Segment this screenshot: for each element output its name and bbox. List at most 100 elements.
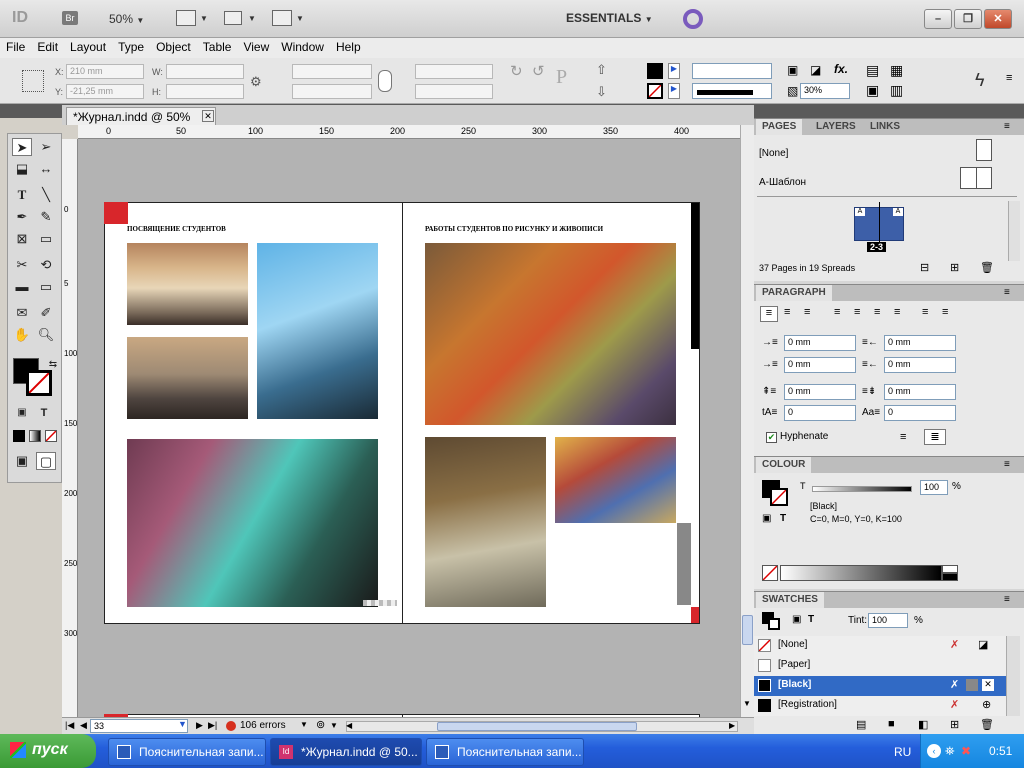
swatch-row-none[interactable]: [None] ✗ ◪ (754, 636, 1006, 656)
swatch-container-icon[interactable]: ▣ (792, 614, 801, 625)
hand-tool-icon[interactable]: ✋ (12, 326, 32, 344)
right-page-heading[interactable]: РАБОТЫ СТУДЕНТОВ ПО РИСУНКУ И ЖИВОПИСИ (425, 225, 603, 233)
security-alert-icon[interactable]: ✖ (961, 744, 971, 758)
swatch-text-icon[interactable]: T (808, 614, 814, 625)
next-page-icon[interactable]: ▶ (196, 720, 203, 731)
delete-swatch-icon[interactable]: 🗑︎ (980, 718, 994, 731)
justify-center-icon[interactable]: ≡ (854, 306, 860, 318)
screen-mode-icon[interactable] (224, 11, 242, 25)
taskbar-item-word-1[interactable]: Пояснительная запи... (108, 738, 266, 766)
container-format-icon[interactable]: ▣ (762, 513, 771, 524)
pages-scrollbar[interactable] (1008, 201, 1020, 261)
tab-swatches[interactable]: SWATCHES (756, 592, 824, 608)
note-tool-icon[interactable]: ✉ (12, 304, 32, 322)
arrange-documents-dropdown-icon[interactable]: ▼ (296, 14, 304, 23)
new-swatch-icon[interactable]: ⊞ (950, 718, 959, 731)
scale-x-field[interactable] (292, 64, 372, 79)
menu-view[interactable]: View (237, 38, 275, 54)
constrain-proportions-icon[interactable]: ⚙ (250, 74, 262, 90)
first-page-icon[interactable]: |◀ (65, 720, 74, 731)
x-position-field[interactable]: 210 mm (66, 64, 144, 79)
gradient-swatch-tool-icon[interactable]: ▬ (12, 278, 32, 296)
stroke-weight-field[interactable] (692, 63, 772, 79)
cs-live-icon[interactable] (683, 9, 703, 29)
menu-type[interactable]: Type (112, 38, 150, 54)
zoom-level-dropdown[interactable]: 50% ▼ (109, 12, 144, 26)
network-icon[interactable]: ⛯ (945, 744, 955, 759)
text-wrap-icon[interactable]: ▤ (866, 62, 879, 79)
show-color-swatches-icon[interactable]: ■ (888, 718, 895, 730)
scale-y-field[interactable] (292, 84, 372, 99)
scroll-right-icon[interactable]: ▶ (729, 721, 735, 730)
align-away-spine-icon[interactable]: ≡ (942, 306, 948, 318)
apply-none-icon[interactable] (45, 430, 57, 442)
drop-shadow-icon[interactable]: ◪ (810, 63, 821, 77)
space-before-field[interactable]: 0 mm (784, 384, 856, 400)
swap-colors-icon[interactable]: ⇆ (43, 356, 63, 374)
align-spine-icon[interactable]: ≡ (922, 306, 928, 318)
first-line-indent-field[interactable]: 0 mm (784, 357, 856, 373)
space-after-field[interactable]: 0 mm (884, 384, 956, 400)
bridge-button[interactable]: Br (62, 11, 78, 25)
preview-view-icon[interactable]: ▢ (36, 452, 56, 470)
tab-layers[interactable]: LAYERS (810, 119, 862, 135)
text-format-icon[interactable]: T (780, 513, 786, 524)
drop-cap-lines-field[interactable]: 0 (784, 405, 856, 421)
control-panel-menu-icon[interactable]: ≡ (1006, 72, 1012, 84)
menu-help[interactable]: Help (330, 38, 367, 54)
none-swatch[interactable] (762, 565, 778, 581)
scroll-thumb[interactable] (437, 722, 637, 731)
show-all-swatches-icon[interactable]: ▤ (856, 718, 866, 731)
text-wrap-bbox-icon[interactable]: ▦ (890, 62, 903, 79)
select-content-icon[interactable]: ⇩ (596, 84, 607, 100)
swatch-row-black[interactable]: [Black] ✗ ✕ (754, 676, 1006, 696)
type-tool-icon[interactable]: T (12, 186, 32, 204)
link-icon[interactable] (378, 70, 392, 92)
screen-mode-dropdown-icon[interactable]: ▼ (248, 14, 256, 23)
open-file-icon[interactable]: ⊚ (316, 718, 325, 731)
photo-guitar-player[interactable] (257, 243, 378, 419)
menu-file[interactable]: File (0, 38, 31, 54)
arrange-documents-icon[interactable] (272, 10, 292, 26)
swatch-row-registration[interactable]: [Registration] ✗ ⊕ (754, 696, 1006, 716)
swatch-row-paper[interactable]: [Paper] (754, 656, 1006, 676)
page-number-field[interactable]: 33 (90, 719, 188, 733)
black-swatch[interactable] (942, 573, 958, 581)
document-tab[interactable]: *Журнал.indd @ 50% ✕ (66, 107, 216, 125)
effects-icon[interactable]: fx. (834, 62, 848, 76)
swatch-tint-field[interactable]: 100 (868, 613, 908, 628)
master-none-thumb[interactable] (976, 139, 992, 161)
photo-stage-group[interactable] (127, 337, 248, 419)
panel-menu-icon[interactable]: ≡ (1004, 594, 1010, 605)
free-transform-tool-icon[interactable]: ⟲ (36, 256, 56, 274)
preflight-dropdown-icon[interactable]: ▼ (300, 720, 308, 729)
align-to-grid-icon[interactable]: ≣ (924, 429, 946, 445)
new-page-icon[interactable]: ⊞ (950, 261, 959, 274)
master-none[interactable]: [None] (759, 148, 788, 159)
colour-ramp[interactable] (780, 565, 942, 581)
colour-stroke-swatch[interactable] (770, 488, 788, 506)
page-spread[interactable]: ПОСВЯЩЕНИЕ СТУДЕНТОВ РАБОТЫ СТУДЕНТОВ ПО… (104, 202, 700, 624)
direct-selection-tool-icon[interactable]: ➢ (36, 138, 56, 156)
align-center-icon[interactable]: ≡ (784, 306, 790, 318)
shadow-icon[interactable]: ▣ (787, 63, 798, 77)
quick-apply-icon[interactable]: ϟ (975, 70, 985, 91)
formatting-container-icon[interactable]: ▣ (12, 404, 32, 422)
menu-object[interactable]: Object (150, 38, 197, 54)
document-vertical-scrollbar[interactable]: ▼ (740, 125, 754, 717)
formatting-text-icon[interactable]: T (34, 404, 54, 422)
photo-dance-performance[interactable] (127, 439, 378, 607)
apply-gradient-icon[interactable] (29, 430, 41, 442)
taskbar-item-indesign[interactable]: Id *Журнал.indd @ 50... (270, 738, 422, 766)
fit-content-icon[interactable]: ▣ (866, 82, 879, 99)
tab-paragraph[interactable]: PARAGRAPH (756, 285, 832, 301)
gap-tool-icon[interactable]: ↔ (36, 160, 56, 178)
white-swatch[interactable] (942, 565, 958, 573)
panel-menu-icon[interactable]: ≡ (1004, 287, 1010, 298)
menu-window[interactable]: Window (275, 38, 330, 54)
delete-page-icon[interactable]: 🗑︎ (980, 261, 994, 274)
do-not-align-grid-icon[interactable]: ≡ (900, 431, 906, 443)
pencil-tool-icon[interactable]: ✎ (36, 208, 56, 226)
select-container-icon[interactable]: ⇧ (596, 62, 607, 78)
rotate-icon[interactable]: ↻ (510, 62, 523, 80)
